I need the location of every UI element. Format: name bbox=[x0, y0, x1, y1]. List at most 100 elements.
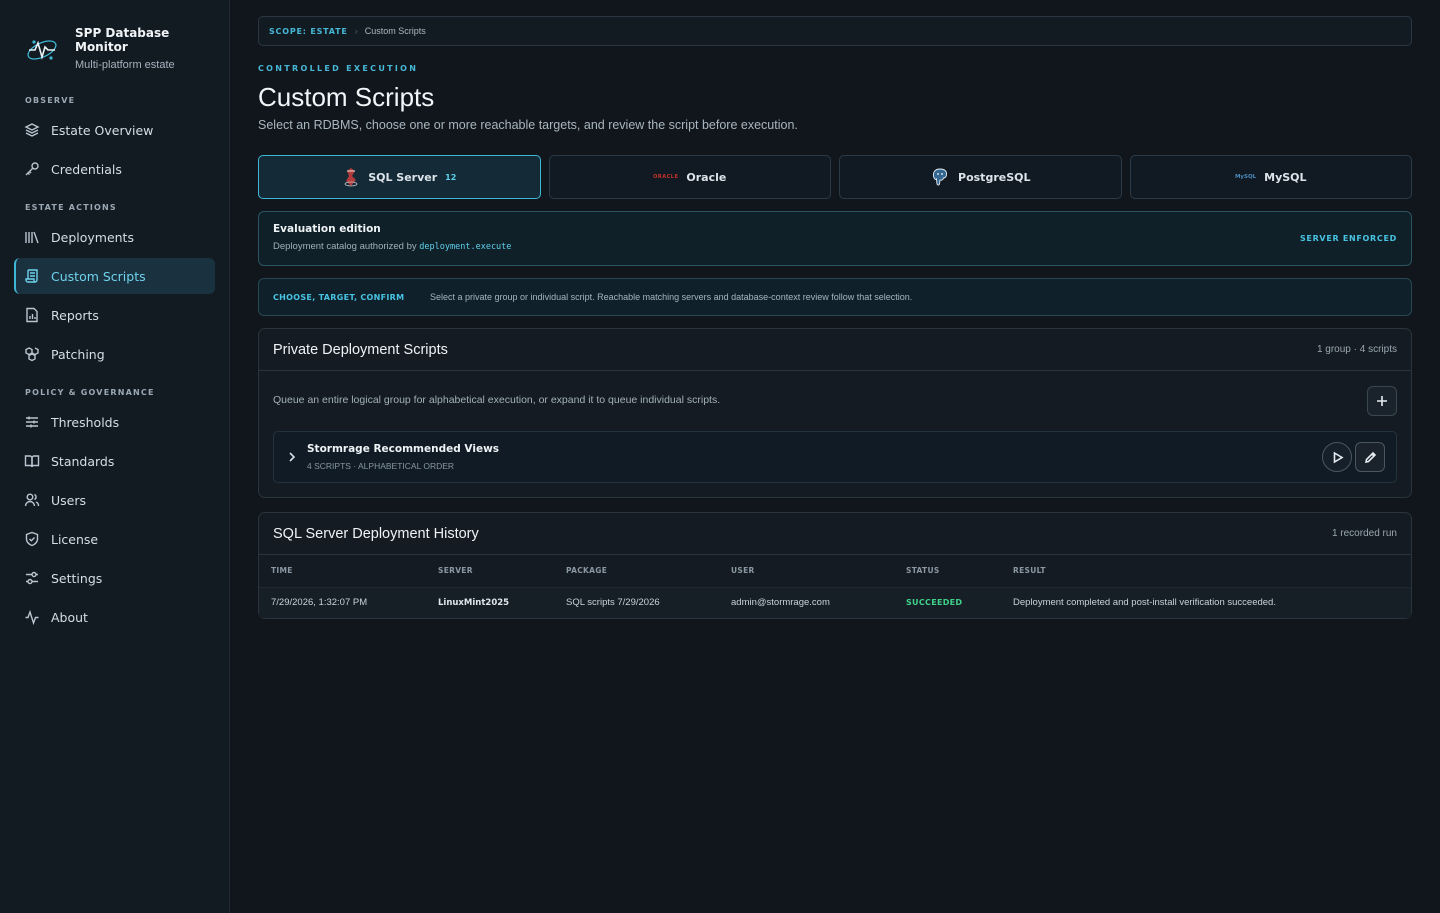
cell-user: admin@stormrage.com bbox=[719, 587, 894, 618]
column-header-status[interactable]: STATUS bbox=[894, 555, 1001, 588]
breadcrumb-current: Custom Scripts bbox=[364, 26, 426, 36]
cell-result: Deployment completed and post-install ve… bbox=[1001, 587, 1411, 618]
sidebar-item-label: Users bbox=[51, 492, 87, 508]
evaluation-description: Deployment catalog authorized by deploym… bbox=[273, 241, 511, 252]
rdbms-tabs: SQL Server 12 ORACLE Oracle PostgreSQL M… bbox=[258, 155, 1412, 199]
sidebar-item-label: Reports bbox=[51, 307, 99, 323]
nav-section-observe: OBSERVE bbox=[25, 96, 76, 105]
edit-group-button[interactable] bbox=[1355, 442, 1385, 472]
brand-subtitle: Multi-platform estate bbox=[75, 59, 175, 71]
page-subtitle: Select an RDBMS, choose one or more reac… bbox=[258, 118, 798, 132]
breadcrumb-scope[interactable]: SCOPE: ESTATE bbox=[269, 27, 348, 36]
cell-package: SQL scripts 7/29/2026 bbox=[554, 587, 719, 618]
tab-postgresql[interactable]: PostgreSQL bbox=[839, 155, 1122, 199]
tab-count-badge: 12 bbox=[445, 172, 457, 182]
tab-label: Oracle bbox=[686, 170, 727, 184]
library-icon bbox=[25, 231, 39, 244]
tab-sql-server[interactable]: SQL Server 12 bbox=[258, 155, 541, 199]
card-header: Private Deployment Scripts 1 group · 4 s… bbox=[259, 329, 1411, 371]
tab-label: MySQL bbox=[1264, 170, 1307, 184]
sidebar-item-standards[interactable]: Standards bbox=[14, 443, 215, 479]
card-title: Private Deployment Scripts bbox=[273, 341, 448, 358]
mysql-logo-icon: MySQL bbox=[1234, 174, 1257, 180]
sidebar-item-users[interactable]: Users bbox=[14, 482, 215, 518]
cell-server: LinuxMint2025 bbox=[426, 587, 554, 618]
brand-logo-icon bbox=[27, 40, 57, 60]
run-group-button[interactable] bbox=[1322, 442, 1352, 472]
layers-icon bbox=[24, 123, 40, 137]
book-icon bbox=[24, 455, 40, 468]
postgresql-logo-icon bbox=[930, 167, 950, 187]
sidebar-item-label: Credentials bbox=[51, 161, 122, 177]
sidebar-item-label: Patching bbox=[51, 346, 105, 362]
sidebar-item-reports[interactable]: Reports bbox=[14, 297, 215, 333]
sidebar-item-patching[interactable]: Patching bbox=[14, 336, 215, 372]
sliders-icon bbox=[26, 416, 38, 428]
steps-label: CHOOSE, TARGET, CONFIRM bbox=[273, 292, 405, 302]
sidebar-item-label: License bbox=[51, 531, 99, 547]
page-title: Custom Scripts bbox=[258, 82, 435, 112]
play-icon bbox=[1333, 451, 1344, 463]
card-meta: 1 recorded run bbox=[1331, 528, 1397, 539]
sidebar-item-custom-scripts[interactable]: Custom Scripts bbox=[14, 258, 215, 294]
steps-banner: CHOOSE, TARGET, CONFIRM Select a private… bbox=[258, 278, 1412, 316]
brand-title: SPP Database Monitor bbox=[75, 26, 170, 54]
card-header: SQL Server Deployment History 1 recorded… bbox=[259, 513, 1411, 555]
sidebar-item-about[interactable]: About bbox=[14, 599, 215, 635]
breadcrumb-separator: › bbox=[354, 26, 358, 36]
evaluation-permission-code: deployment.execute bbox=[419, 242, 512, 252]
sidebar-item-estate-overview[interactable]: Estate Overview bbox=[14, 112, 215, 148]
sidebar-item-label: Custom Scripts bbox=[51, 268, 146, 284]
sidebar-item-label: Settings bbox=[51, 570, 103, 586]
column-header-package[interactable]: PACKAGE bbox=[554, 555, 719, 588]
report-icon bbox=[26, 307, 38, 323]
sidebar-item-label: About bbox=[51, 609, 88, 625]
shield-icon bbox=[25, 531, 39, 547]
oracle-logo-icon: ORACLE bbox=[653, 174, 679, 180]
expand-group-toggle[interactable] bbox=[286, 450, 298, 464]
settings-icon bbox=[26, 571, 38, 585]
sql-server-logo-icon bbox=[342, 167, 360, 187]
column-header-user[interactable]: USER bbox=[719, 555, 894, 588]
table-row[interactable]: 7/29/2026, 1:32:07 PM LinuxMint2025 SQL … bbox=[259, 587, 1411, 618]
activity-icon bbox=[25, 609, 39, 625]
brand: SPP Database Monitor Multi-platform esta… bbox=[24, 26, 185, 71]
plus-icon bbox=[1377, 396, 1387, 406]
sidebar-item-credentials[interactable]: Credentials bbox=[14, 151, 215, 187]
group-name: Stormrage Recommended Views bbox=[307, 443, 500, 455]
users-icon bbox=[24, 493, 40, 507]
tab-mysql[interactable]: MySQL MySQL bbox=[1129, 155, 1412, 199]
group-subtitle: 4 SCRIPTS · ALPHABETICAL ORDER bbox=[307, 461, 455, 471]
cell-time: 7/29/2026, 1:32:07 PM bbox=[259, 587, 426, 618]
card-meta: 1 group · 4 scripts bbox=[1316, 344, 1397, 355]
column-header-server[interactable]: SERVER bbox=[426, 555, 554, 588]
sidebar-item-settings[interactable]: Settings bbox=[14, 560, 215, 596]
sidebar-item-license[interactable]: License bbox=[14, 521, 215, 557]
sidebar-item-thresholds[interactable]: Thresholds bbox=[14, 404, 215, 440]
table-header-row: TIME SERVER PACKAGE USER STATUS RESULT bbox=[259, 555, 1411, 588]
status-badge: SUCCEEDED bbox=[894, 587, 1001, 618]
sidebar: SPP Database Monitor Multi-platform esta… bbox=[0, 0, 230, 913]
column-header-time[interactable]: TIME bbox=[259, 555, 426, 588]
history-table: TIME SERVER PACKAGE USER STATUS RESULT 7… bbox=[259, 555, 1411, 618]
sidebar-item-label: Standards bbox=[51, 453, 115, 469]
add-script-button[interactable] bbox=[1367, 386, 1397, 416]
sidebar-item-deployments[interactable]: Deployments bbox=[14, 219, 215, 255]
tab-label: SQL Server bbox=[368, 170, 438, 184]
tab-label: PostgreSQL bbox=[958, 170, 1031, 184]
server-enforced-badge: SERVER ENFORCED bbox=[1299, 234, 1397, 243]
sidebar-item-label: Deployments bbox=[51, 229, 134, 245]
breadcrumb: SCOPE: ESTATE › Custom Scripts bbox=[258, 16, 1412, 46]
evaluation-banner: Evaluation edition Deployment catalog au… bbox=[258, 211, 1412, 266]
column-header-result[interactable]: RESULT bbox=[1001, 555, 1411, 588]
chevron-right-icon bbox=[289, 452, 296, 462]
nav-section-policy: POLICY & GOVERNANCE bbox=[25, 388, 155, 397]
page-eyebrow: CONTROLLED EXECUTION bbox=[258, 64, 419, 73]
scroll-icon bbox=[25, 269, 38, 283]
deployment-history-card: SQL Server Deployment History 1 recorded… bbox=[258, 512, 1412, 619]
key-icon bbox=[25, 162, 39, 176]
private-scripts-card: Private Deployment Scripts 1 group · 4 s… bbox=[258, 328, 1412, 498]
tab-oracle[interactable]: ORACLE Oracle bbox=[548, 155, 831, 199]
nav-section-estate-actions: ESTATE ACTIONS bbox=[25, 203, 117, 212]
script-group-row[interactable]: Stormrage Recommended Views 4 SCRIPTS · … bbox=[273, 431, 1397, 483]
